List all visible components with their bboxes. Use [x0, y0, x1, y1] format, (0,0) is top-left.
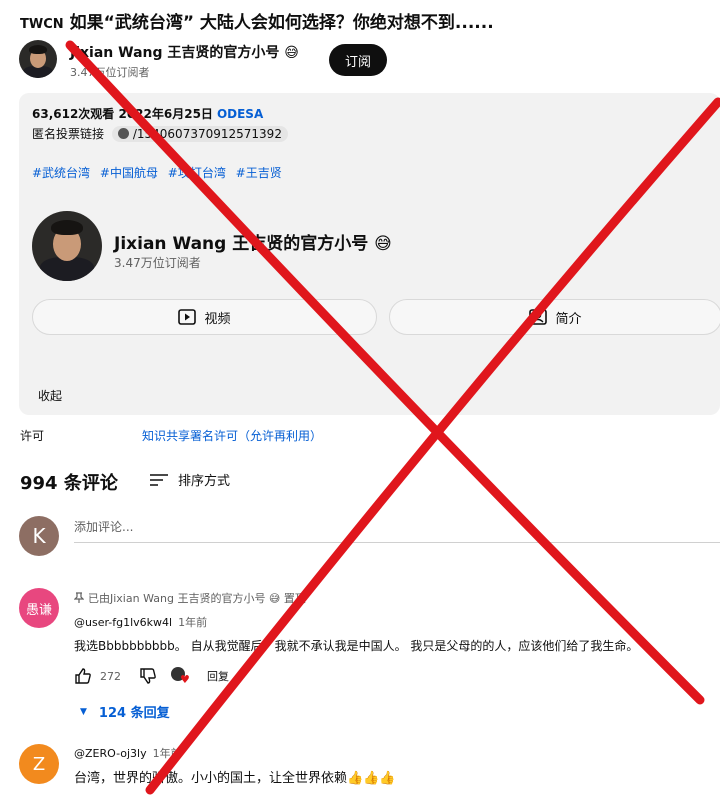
- vote-label: 匿名投票链接: [32, 127, 105, 141]
- vote-link-chip[interactable]: /1540607370912571392: [111, 126, 288, 142]
- channel-card-subscribers: 3.47万位订阅者: [114, 256, 201, 270]
- pinned-notice: 已由Jixian Wang 王吉贤的官方小号 😅 置顶: [73, 590, 306, 606]
- channel-subscribers: 3.47万位订阅者: [70, 66, 150, 79]
- comment-time[interactable]: 1年前: [178, 616, 207, 629]
- reply-button[interactable]: 回复: [207, 668, 229, 684]
- laugh-emoji-icon: 😅: [374, 234, 392, 254]
- sort-label: 排序方式: [178, 474, 231, 489]
- comment-author[interactable]: @user-fg1lv6kw4l 1年前: [74, 614, 207, 630]
- pinned-text: 已由Jixian Wang 王吉贤的官方小号 😅 置顶: [88, 592, 306, 605]
- subscribe-button[interactable]: 订阅: [329, 44, 387, 76]
- hashtag-link[interactable]: #王吉贤: [236, 166, 282, 180]
- comment-author[interactable]: @ZERO-oj3ly 1年前: [74, 745, 182, 761]
- sort-icon: [150, 473, 168, 486]
- about-button[interactable]: 简介: [389, 299, 720, 335]
- about-label: 简介: [555, 311, 582, 327]
- chevron-down-icon: ▼: [80, 706, 87, 717]
- link-icon: [117, 128, 129, 139]
- channel-name[interactable]: Jixian Wang 王吉贤的官方小号 😅: [70, 42, 299, 62]
- videos-label: 视频: [204, 311, 231, 327]
- video-stats: 63,612次观看 2022年6月25日 ODESA: [32, 105, 263, 122]
- videos-button[interactable]: 视频: [32, 299, 377, 335]
- hashtag-link[interactable]: #攻打台湾: [168, 166, 226, 180]
- comment-author-name[interactable]: @user-fg1lv6kw4l: [74, 616, 172, 629]
- pin-icon: [73, 592, 85, 603]
- comment-avatar[interactable]: 愚谦: [19, 588, 59, 628]
- channel-tag: TWCN: [20, 17, 64, 32]
- comment-avatar[interactable]: Z: [19, 744, 59, 784]
- my-avatar: K: [19, 516, 59, 556]
- hashtag-link[interactable]: #武统台湾: [32, 166, 90, 180]
- thumbs-down-icon[interactable]: [139, 667, 157, 685]
- vote-link-row: 匿名投票链接 /1540607370912571392: [32, 125, 288, 142]
- license-link[interactable]: 知识共享署名许可（允许再利用）: [142, 427, 322, 444]
- thumbs-up-icon[interactable]: [74, 667, 92, 685]
- comment-text: 台湾，世界的骄傲。小小的国土，让全世界依赖👍👍👍: [74, 771, 396, 786]
- view-replies-button[interactable]: ▼ 124 条回复: [80, 702, 170, 721]
- channel-card-name[interactable]: Jixian Wang 王吉贤的官方小号 😅: [114, 229, 392, 254]
- profile-icon: [529, 309, 548, 325]
- creator-heart-icon: ♥: [171, 667, 190, 685]
- hashtag-list: #武统台湾 #中国航母 #攻打台湾 #王吉贤: [32, 164, 288, 181]
- like-count: 272: [100, 669, 121, 683]
- comment-actions: 272 ♥ 回复: [74, 667, 229, 685]
- add-comment-underline: [74, 542, 720, 543]
- channel-card-name-text[interactable]: Jixian Wang 王吉贤的官方小号: [114, 234, 368, 254]
- collapse-button[interactable]: 收起: [38, 387, 62, 404]
- comment-author-name[interactable]: @ZERO-oj3ly: [74, 747, 147, 760]
- license-label: 许可: [20, 429, 45, 443]
- hashtag-link[interactable]: #中国航母: [100, 166, 158, 180]
- comment-time[interactable]: 1年前: [153, 747, 182, 760]
- comment-text: 我选Bbbbbbbbbb。 自从我觉醒后，我就不承认我是中国人。 我只是父母的的…: [74, 639, 639, 653]
- channel-card-avatar[interactable]: [32, 211, 102, 281]
- add-comment-input[interactable]: 添加评论...: [74, 518, 133, 535]
- views-and-date: 63,612次观看 2022年6月25日: [32, 107, 213, 121]
- video-play-icon: [178, 309, 197, 325]
- laugh-emoji-icon: 😅: [284, 45, 299, 61]
- sort-button[interactable]: 排序方式: [150, 470, 230, 489]
- comments-count: 994 条评论: [20, 473, 118, 494]
- video-title: TWCN 如果“武统台湾” 大陆人会如何选择？你绝对想不到......: [20, 8, 494, 33]
- video-title-text: 如果“武统台湾” 大陆人会如何选择？你绝对想不到......: [69, 13, 494, 33]
- replies-count[interactable]: 124 条回复: [99, 702, 170, 721]
- channel-name-text[interactable]: Jixian Wang 王吉贤的官方小号: [70, 45, 279, 61]
- channel-avatar[interactable]: [19, 40, 57, 78]
- location-link[interactable]: ODESA: [217, 107, 263, 121]
- vote-link-text[interactable]: /1540607370912571392: [133, 127, 282, 141]
